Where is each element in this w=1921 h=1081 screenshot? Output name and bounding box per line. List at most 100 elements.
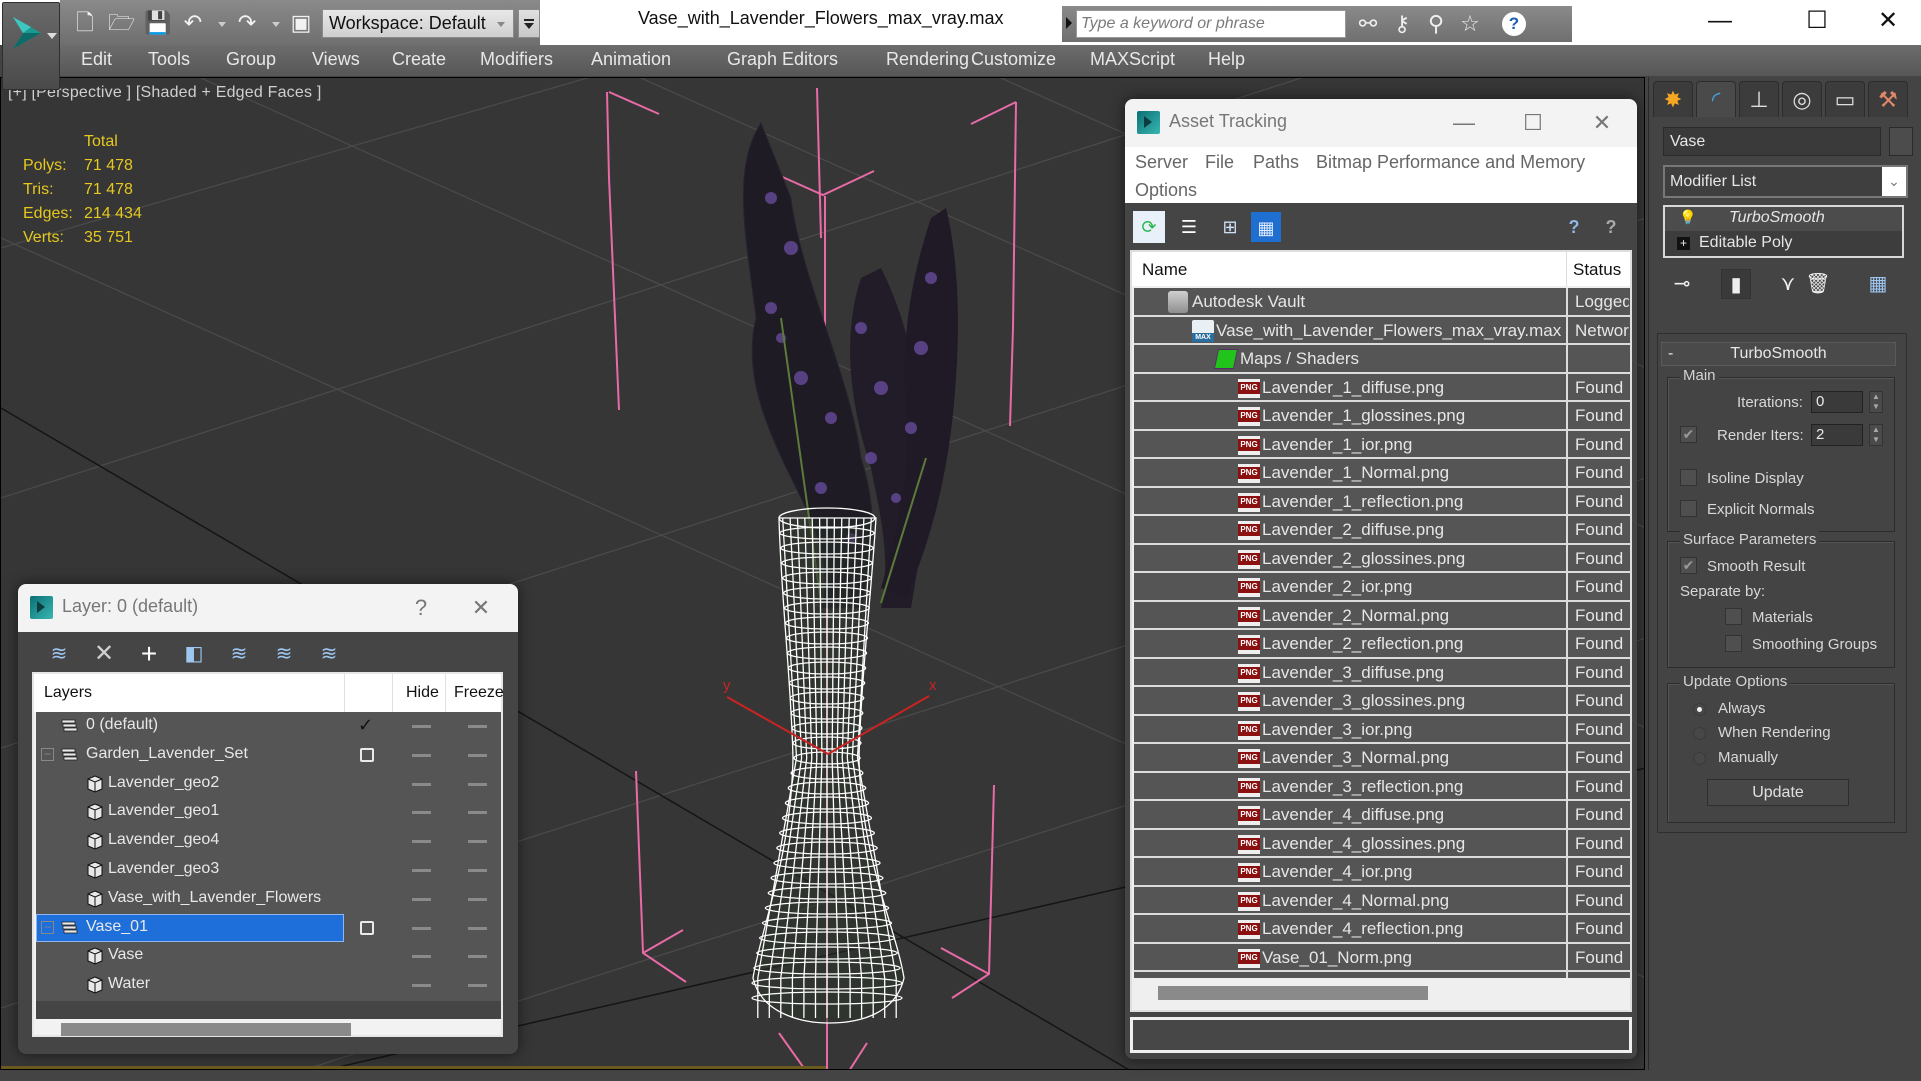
asset-row[interactable]: PNG Vase_01_Norm.png Found xyxy=(1134,943,1630,972)
lightbulb-icon[interactable]: 💡 xyxy=(1679,209,1696,226)
motion-tab[interactable]: ◎ xyxy=(1782,81,1822,117)
hide-toggle[interactable] xyxy=(412,869,431,872)
menu-bitmap-performance[interactable]: Bitmap Performance and Memory xyxy=(1316,152,1585,173)
asset-row[interactable]: PNG Lavender_2_reflection.png Found xyxy=(1134,630,1630,659)
binoculars-icon[interactable]: ⚯ xyxy=(1354,10,1382,38)
asset-row[interactable]: PNG Lavender_4_diffuse.png Found xyxy=(1134,801,1630,830)
materials-checkbox[interactable] xyxy=(1725,608,1742,625)
remove-modifier-icon[interactable]: 🗑 xyxy=(1803,269,1833,299)
smoothing-groups-checkbox[interactable] xyxy=(1725,635,1742,652)
expand-search-icon[interactable] xyxy=(1066,17,1072,29)
asset-row[interactable]: PNG Lavender_1_ior.png Found xyxy=(1134,430,1630,459)
asset-row[interactable]: PNG Lavender_3_reflection.png Found xyxy=(1134,772,1630,801)
asset-row[interactable]: PNG Lavender_4_reflection.png Found xyxy=(1134,915,1630,944)
menu-file[interactable]: File xyxy=(1205,152,1234,173)
hide-toggle[interactable] xyxy=(412,840,431,844)
update-button[interactable]: Update xyxy=(1707,779,1849,806)
minimize-button[interactable]: — xyxy=(1700,6,1740,36)
hierarchy-tab[interactable]: ⊥ xyxy=(1739,81,1779,117)
turbosmooth-rollout-header[interactable]: - TurboSmooth xyxy=(1661,342,1896,366)
render-iters-checkbox[interactable]: ✔ xyxy=(1680,426,1697,443)
help-icon[interactable]: ? xyxy=(1595,211,1627,243)
display-tab[interactable]: ▭ xyxy=(1825,81,1865,117)
modify-tab[interactable]: ◜ xyxy=(1696,81,1736,117)
asset-row[interactable]: PNG Lavender_2_Normal.png Found xyxy=(1134,601,1630,630)
redo-icon[interactable]: ↷ xyxy=(234,10,260,36)
hide-toggle[interactable] xyxy=(412,782,431,786)
asset-row[interactable]: PNG Lavender_3_diffuse.png Found xyxy=(1134,658,1630,687)
asset-row[interactable]: PNG Lavender_4_ior.png Found xyxy=(1134,858,1630,887)
layer-row[interactable]: − Garden_Lavender_Set xyxy=(36,741,501,769)
menu-tools[interactable]: Tools xyxy=(148,49,190,70)
freeze-toggle[interactable] xyxy=(468,984,487,988)
freeze-toggle[interactable] xyxy=(468,753,487,757)
dialog-title-bar[interactable]: Asset Tracking — ☐ ✕ xyxy=(1125,99,1637,147)
customize-quick-access-button[interactable] xyxy=(518,9,540,38)
search-input[interactable] xyxy=(1076,10,1346,38)
hide-toggle[interactable] xyxy=(412,955,431,959)
asset-row[interactable]: Maps / Shaders xyxy=(1134,345,1630,374)
pin-stack-icon[interactable]: ⊸ xyxy=(1667,269,1697,299)
horizontal-scrollbar[interactable] xyxy=(61,1023,351,1036)
column-separator[interactable] xyxy=(1566,252,1567,286)
layer-object-row[interactable]: Water xyxy=(36,971,501,999)
close-button[interactable]: ✕ xyxy=(1868,6,1908,36)
menu-modifiers[interactable]: Modifiers xyxy=(480,49,553,70)
menu-customize[interactable]: Customize xyxy=(971,49,1056,70)
asset-row[interactable]: PNG Lavender_4_glossines.png Found xyxy=(1134,829,1630,858)
stack-item-turbosmooth[interactable]: 💡 TurboSmooth xyxy=(1665,207,1902,231)
collapse-icon[interactable]: − xyxy=(41,747,54,761)
save-icon[interactable]: 💾 xyxy=(144,10,171,36)
star-icon[interactable]: ☆ xyxy=(1456,10,1484,38)
column-layers[interactable]: Layers xyxy=(44,684,92,702)
freeze-toggle[interactable] xyxy=(468,840,487,844)
layer-object-row[interactable]: Vase xyxy=(36,942,501,970)
layer-row[interactable]: − Vase_01 xyxy=(36,913,501,942)
update-manually-radio[interactable] xyxy=(1693,752,1706,765)
stack-item-editable-poly[interactable]: + Editable Poly xyxy=(1665,232,1902,256)
menu-edit[interactable]: Edit xyxy=(81,49,112,70)
help-button[interactable]: ? xyxy=(404,592,438,624)
maximize-button[interactable]: ☐ xyxy=(1797,6,1837,36)
satellite-icon[interactable]: ⚲ xyxy=(1422,10,1450,38)
menu-create[interactable]: Create xyxy=(392,49,446,70)
undo-icon[interactable]: ↶ xyxy=(180,10,206,36)
object-color-swatch[interactable] xyxy=(1889,127,1913,156)
asset-row[interactable]: MAX Vase_with_Lavender_Flowers_max_vray.m… xyxy=(1134,316,1630,345)
active-layer-toggle[interactable] xyxy=(360,920,374,935)
asset-row[interactable]: PNG Lavender_1_reflection.png Found xyxy=(1134,487,1630,516)
asset-row[interactable]: PNG Lavender_3_glossines.png Found xyxy=(1134,687,1630,716)
asset-row[interactable]: PNG Lavender_1_glossines.png Found xyxy=(1134,402,1630,431)
asset-row[interactable]: PNG Lavender_2_glossines.png Found xyxy=(1134,544,1630,573)
checkmark-icon[interactable]: ✓ xyxy=(358,715,373,736)
configure-modifier-sets-icon[interactable]: ▦ xyxy=(1863,269,1893,299)
hide-toggle[interactable] xyxy=(412,725,431,728)
list-view-icon[interactable]: ☰ xyxy=(1173,211,1205,243)
menu-rendering[interactable]: Rendering xyxy=(886,49,969,70)
column-hide[interactable]: Hide xyxy=(406,684,439,702)
layer-row[interactable]: 0 (default) ✓ xyxy=(36,712,501,740)
refresh-icon[interactable]: ⟳ xyxy=(1133,211,1165,243)
asset-row[interactable]: PNG Lavender_2_ior.png Found xyxy=(1134,573,1630,602)
dialog-title-bar[interactable]: Layer: 0 (default) ? ✕ xyxy=(18,584,518,632)
column-name[interactable]: Name xyxy=(1142,260,1187,280)
menu-help[interactable]: Help xyxy=(1208,49,1245,70)
hide-toggle[interactable] xyxy=(412,897,431,901)
hide-all-layers-icon[interactable]: ≋ xyxy=(314,639,344,669)
show-end-result-icon[interactable]: ▮ xyxy=(1721,269,1751,299)
redo-dropdown-arrow[interactable] xyxy=(272,22,280,27)
open-file-icon[interactable]: 🗁 xyxy=(108,10,135,36)
menu-graph-editors[interactable]: Graph Editors xyxy=(727,49,838,70)
new-file-icon[interactable]: 🗋 xyxy=(72,10,98,36)
tree-view-icon[interactable]: ⊞ xyxy=(1214,211,1246,243)
highlight-layer-icon[interactable]: ≋ xyxy=(269,639,299,669)
asset-path-field[interactable] xyxy=(1130,1017,1632,1053)
project-icon[interactable]: ▣ xyxy=(288,10,314,36)
freeze-toggle[interactable] xyxy=(468,926,487,930)
expand-plus-icon[interactable]: + xyxy=(1677,237,1690,250)
hide-toggle[interactable] xyxy=(412,984,431,988)
freeze-toggle[interactable] xyxy=(468,725,487,728)
freeze-toggle[interactable] xyxy=(468,782,487,786)
modifier-list-dropdown[interactable]: Modifier List ⌄ xyxy=(1663,165,1908,198)
menu-options[interactable]: Options xyxy=(1135,180,1197,201)
